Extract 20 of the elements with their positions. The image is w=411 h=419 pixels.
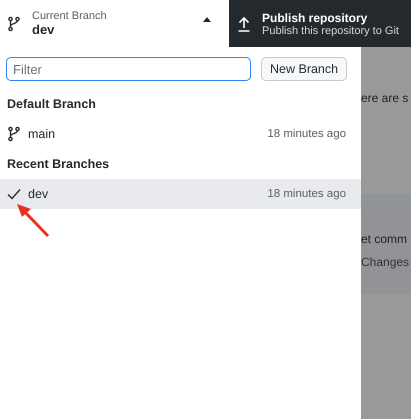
caret-icon [203, 17, 211, 22]
section-heading: Recent Branches [6, 156, 110, 173]
branch-item[interactable]: dev 18 minutes ago [0, 179, 361, 209]
annotation-arrow [15, 202, 51, 238]
branch-item[interactable]: main 18 minutes ago [0, 119, 361, 149]
filter-field[interactable]: Filter [6, 57, 251, 81]
publish-button[interactable]: Publish repository Publish this repository to Git [229, 0, 411, 47]
current-branch-name: dev [32, 22, 56, 37]
branch-icon [8, 16, 20, 32]
check-icon [7, 188, 21, 200]
section-heading: Default Branch [6, 96, 97, 113]
current-branch-label: Current Branch [32, 10, 108, 22]
background-text: Changes [361, 255, 410, 269]
new-branch-button[interactable]: New Branch [261, 57, 348, 81]
publish-subtitle: Publish this repository to Git [262, 24, 399, 36]
background-text: et comm [361, 232, 408, 246]
background-text: ere are s [361, 91, 408, 105]
publish-title: Publish repository [262, 10, 368, 24]
branch-icon [7, 126, 21, 142]
upload-icon [238, 16, 250, 32]
